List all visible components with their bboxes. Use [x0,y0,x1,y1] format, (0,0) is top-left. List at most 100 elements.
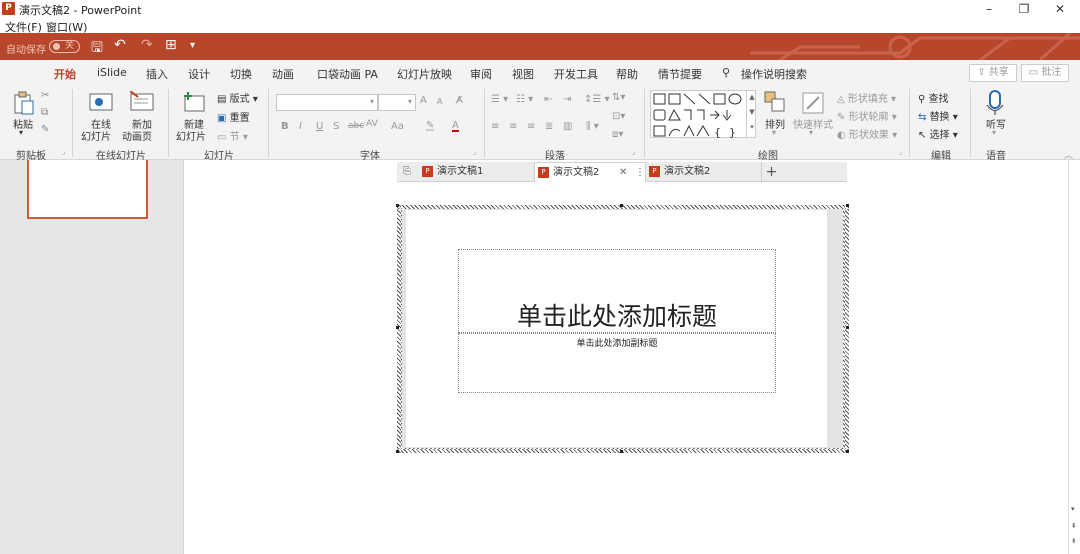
quick-styles-dropdown-icon[interactable]: ▾ [809,128,813,137]
resize-handle[interactable] [396,326,399,329]
dictate-dropdown-icon[interactable]: ▾ [992,128,996,137]
replace-button[interactable]: ⇆ 替换 ▾ [918,108,958,123]
doc-tab-3[interactable]: P 演示文稿2 [649,162,759,182]
resize-handle[interactable] [846,450,849,453]
clear-formatting-icon[interactable]: A̸ [456,95,463,106]
bullets-icon[interactable]: ☰ ▾ [491,94,508,105]
minimize-button[interactable]: – [971,0,1007,18]
grow-font-icon[interactable]: A [420,95,427,106]
shape-effects-button[interactable]: ◐ 形状效果 ▾ [837,126,897,141]
tab-menu-icon[interactable]: ⋮ [635,163,645,183]
tab-insert[interactable]: 插入 [146,66,168,82]
tab-animations[interactable]: 动画 [272,66,294,82]
underline-button[interactable]: U [316,121,323,132]
shrink-font-icon[interactable]: A [437,97,442,106]
microphone-icon[interactable] [986,90,1004,116]
text-direction-icon[interactable]: ⇅▾ [612,92,625,103]
section-button[interactable]: ▭ 节 ▾ [217,128,248,143]
italic-button[interactable]: I [299,121,302,132]
shape-outline-button[interactable]: ✎ 形状轮廓 ▾ [837,108,897,123]
tab-transitions[interactable]: 切换 [230,66,252,82]
font-launcher-icon[interactable]: ⌟ [473,148,476,156]
maximize-button[interactable]: ❐ [1006,0,1042,18]
align-center-icon[interactable]: ≡ [509,121,517,132]
shapes-gallery-scroll[interactable]: ▲ ▼ ▾ [746,90,757,138]
resize-handle[interactable] [846,326,849,329]
numbering-icon[interactable]: ☷ ▾ [516,94,533,105]
paragraph-launcher-icon[interactable]: ⌟ [632,148,635,156]
shapes-gallery[interactable]: {} [650,90,756,139]
scroll-down-icon[interactable]: ▾ [1071,505,1075,513]
increase-indent-icon[interactable]: ⇥ [563,94,571,105]
undo-icon[interactable]: ↶ [114,37,126,53]
clipboard-launcher-icon[interactable]: ⌟ [62,148,65,156]
align-text-icon[interactable]: ⊡▾ [612,111,625,122]
online-slide-label[interactable]: 幻灯片 [81,128,111,143]
shadow-button[interactable]: S [333,121,339,132]
new-animation-page-icon[interactable] [130,91,154,113]
font-color-icon[interactable]: A [452,120,459,132]
reset-button[interactable]: ▣ 重置 [217,109,250,124]
tab-storyboard[interactable]: 情节提要 [658,66,702,82]
find-button[interactable]: ⚲ 查找 [918,90,949,105]
decrease-indent-icon[interactable]: ⇤ [544,94,552,105]
slide-thumbnail-1[interactable] [27,160,148,219]
line-spacing-icon[interactable]: ↕☰ ▾ [584,94,610,105]
new-anim-page-label[interactable]: 动画页 [122,128,152,143]
tab-view[interactable]: 视图 [512,66,534,82]
resize-handle[interactable] [620,450,623,453]
new-slide-label-2[interactable]: 幻灯片 [176,128,206,143]
columns-icon[interactable]: ⫼ ▾ [586,121,599,132]
close-tab-icon[interactable]: ✕ [619,163,627,183]
redo-icon[interactable]: ↷ [141,37,153,53]
paste-dropdown-icon[interactable]: ▾ [19,128,23,137]
smartart-icon[interactable]: ⧈▾ [612,129,623,140]
share-button[interactable]: ⇪ 共享 [969,64,1017,82]
previous-slide-icon[interactable]: ⇞ [1071,522,1077,530]
align-left-icon[interactable]: ≡ [491,121,499,132]
tab-home[interactable]: 开始 [52,66,78,88]
vertical-scrollbar[interactable]: ▾ ⇞ ⇟ [1068,160,1080,554]
arrange-dropdown-icon[interactable]: ▾ [772,128,776,137]
drawing-launcher-icon[interactable]: ⌟ [899,148,902,156]
cut-icon[interactable]: ✂ [41,90,49,101]
font-name-combobox[interactable]: ▾ [276,94,378,111]
online-slide-icon[interactable] [89,91,113,113]
tab-pocket-animation[interactable]: 口袋动画 PA [317,66,378,82]
new-tab-button[interactable]: + [761,162,781,182]
tab-review[interactable]: 审阅 [470,66,492,82]
comments-button[interactable]: ▭ 批注 [1021,64,1069,82]
next-slide-icon[interactable]: ⇟ [1071,537,1077,545]
resize-handle[interactable] [620,204,623,207]
start-slideshow-icon[interactable]: ⊞ [165,37,177,53]
resize-handle[interactable] [846,204,849,207]
title-placeholder-text[interactable]: 单击此处添加标题 [458,297,776,333]
resize-handle[interactable] [396,450,399,453]
save-icon[interactable]: 🖫 [91,37,103,60]
new-slide-icon[interactable] [182,91,206,113]
tab-islide[interactable]: iSlide [97,66,127,79]
doc-tab-2[interactable]: P 演示文稿2 ✕ ⋮ [534,162,646,182]
tab-design[interactable]: 设计 [188,66,210,82]
align-right-icon[interactable]: ≡ [527,121,535,132]
strikethrough-button[interactable]: abc [348,121,364,131]
shape-fill-button[interactable]: ◬ 形状填充 ▾ [837,90,896,105]
arrange-icon[interactable] [764,91,786,115]
quick-styles-icon[interactable] [801,91,825,115]
tab-list-icon[interactable]: ⎘ [403,162,411,182]
highlight-color-icon[interactable]: ✎ [426,120,435,131]
distributed-icon[interactable]: ▥ [563,121,572,132]
customize-qat-icon[interactable]: ▾ [190,40,195,51]
character-spacing-button[interactable]: AV [366,119,378,129]
change-case-button[interactable]: Aa [391,121,404,132]
doc-tab-1[interactable]: P 演示文稿1 [422,162,532,182]
tab-developer[interactable]: 开发工具 [554,66,598,82]
font-size-combobox[interactable]: ▾ [378,94,416,111]
copy-icon[interactable]: ⧉ [41,107,48,118]
select-button[interactable]: ↖ 选择 ▾ [918,126,958,141]
close-button[interactable]: ✕ [1042,0,1078,18]
paste-icon[interactable] [13,91,35,115]
tab-slideshow[interactable]: 幻灯片放映 [397,66,452,82]
autosave-toggle[interactable]: 关 [49,40,80,53]
subtitle-placeholder-text[interactable]: 单击此处添加副标题 [458,336,776,349]
